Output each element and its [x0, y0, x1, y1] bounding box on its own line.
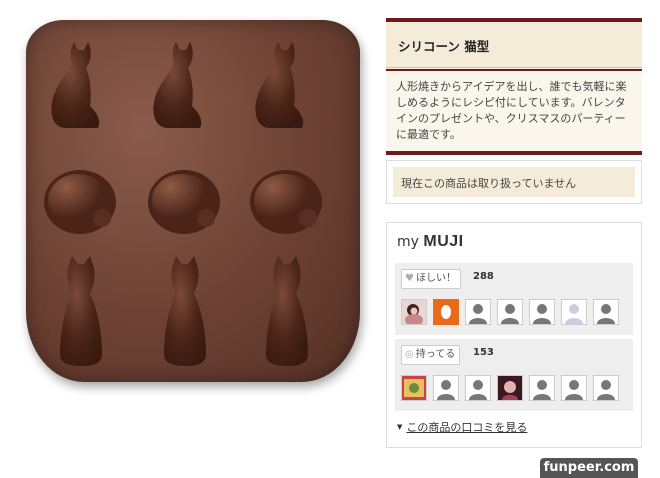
cavity-curled-cat-1: [44, 170, 116, 234]
avatar[interactable]: [401, 299, 427, 325]
avatar-default-icon[interactable]: [433, 375, 459, 401]
cavity-sitting-cat-2: [153, 42, 202, 128]
triangle-bullet-icon: ▼: [397, 423, 403, 431]
avatar-default-icon[interactable]: [561, 299, 587, 325]
have-button[interactable]: ◎ 持ってる: [401, 345, 461, 365]
product-description: 人形焼きからアイデアを出し、誰でも気軽に楽しめるようにレシピ付にしています。バレ…: [386, 69, 642, 151]
mymuji-title-prefix: my: [397, 234, 419, 250]
avatar-default-icon[interactable]: [529, 375, 555, 401]
avatar[interactable]: [433, 299, 459, 325]
review-link[interactable]: この商品の口コミを見る: [406, 421, 527, 434]
availability-notice: 現在この商品は取り扱っていません: [386, 160, 642, 204]
cavity-standing-cat-3: [266, 256, 308, 366]
avatar-default-icon[interactable]: [593, 375, 619, 401]
silicone-mold: [26, 20, 360, 382]
review-link-row: ▼ この商品の口コミを見る: [397, 419, 527, 435]
avatar-default-icon[interactable]: [497, 299, 523, 325]
avatar-default-icon[interactable]: [561, 375, 587, 401]
watermark: funpeer.com: [540, 458, 638, 478]
avatar-default-icon[interactable]: [593, 299, 619, 325]
avatar-default-icon[interactable]: [465, 299, 491, 325]
avatar[interactable]: [401, 375, 427, 401]
heart-icon: ♥: [405, 273, 414, 284]
availability-text: 現在この商品は取り扱っていません: [393, 167, 635, 197]
product-info: シリコーン 猫型 人形焼きからアイデアを出し、誰でも気軽に楽しめるようにレシピ付…: [386, 18, 642, 155]
cavity-curled-cat-2: [148, 170, 220, 234]
want-count: 288: [473, 271, 494, 282]
cavity-sitting-cat-1: [51, 42, 100, 128]
avatar[interactable]: [497, 375, 523, 401]
mymuji-box: my MUJI ♥ ほしい！ 288 ◎ 持ってる 153 ▼ この商品の口コミ…: [386, 222, 642, 448]
mymuji-title-brand: MUJI: [423, 233, 464, 250]
avatar-default-icon[interactable]: [529, 299, 555, 325]
mymuji-title: my MUJI: [397, 233, 464, 251]
cavity-sitting-cat-3: [255, 42, 304, 128]
cavity-standing-cat-2: [164, 256, 206, 366]
cavity-standing-cat-1: [60, 256, 102, 366]
have-panel: ◎ 持ってる 153: [395, 339, 633, 411]
cavity-curled-cat-3: [250, 170, 322, 234]
circle-icon: ◎: [405, 349, 414, 360]
want-label: ほしい！: [415, 273, 456, 284]
have-label: 持ってる: [415, 349, 456, 360]
have-count: 153: [473, 347, 494, 358]
product-title: シリコーン 猫型: [386, 22, 642, 68]
product-image: [20, 14, 360, 386]
want-button[interactable]: ♥ ほしい！: [401, 269, 461, 289]
want-panel: ♥ ほしい！ 288: [395, 263, 633, 335]
avatar-default-icon[interactable]: [465, 375, 491, 401]
product-box: シリコーン 猫型 人形焼きからアイデアを出し、誰でも気軽に楽しめるようにレシピ付…: [386, 18, 642, 155]
